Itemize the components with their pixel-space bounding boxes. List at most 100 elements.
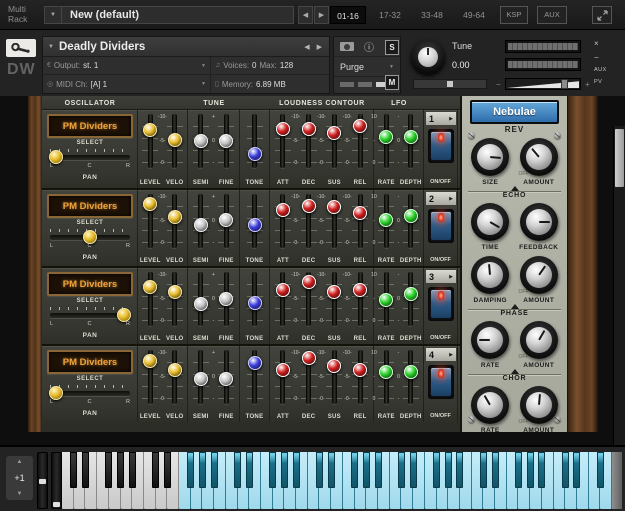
dec-slider[interactable]: -10--5--0- DEC bbox=[296, 110, 322, 188]
rate-slider[interactable]: 10-0 RATE bbox=[374, 190, 399, 266]
onoff-switch[interactable] bbox=[428, 129, 454, 163]
black-key-mapped[interactable] bbox=[433, 452, 440, 488]
velo-slider[interactable]: -10--5--0- VELO bbox=[163, 110, 188, 188]
black-key-mapped[interactable] bbox=[445, 452, 452, 488]
rel-slider-knob[interactable] bbox=[353, 283, 367, 297]
snapshot-camera-icon[interactable] bbox=[340, 42, 354, 51]
purge-menu[interactable]: Purge ▼ bbox=[334, 57, 400, 77]
volume-handle[interactable] bbox=[561, 79, 568, 89]
black-key-mapped[interactable] bbox=[351, 452, 358, 488]
dec-slider[interactable]: -10--5--0- DEC bbox=[296, 268, 322, 344]
pan-strip[interactable] bbox=[413, 79, 487, 89]
tone-slider-knob[interactable] bbox=[248, 147, 262, 161]
black-key[interactable] bbox=[117, 452, 124, 488]
velo-slider[interactable]: -10--5--0- VELO bbox=[163, 190, 188, 266]
black-key-mapped[interactable] bbox=[211, 452, 218, 488]
tone-slider-knob[interactable] bbox=[248, 356, 262, 370]
velo-slider-knob[interactable] bbox=[168, 210, 182, 224]
prev-instrument-button[interactable]: ◀ bbox=[304, 43, 309, 51]
black-key-mapped[interactable] bbox=[527, 452, 534, 488]
sus-slider[interactable]: -10--5--0- SUS bbox=[322, 110, 348, 188]
black-key-mapped[interactable] bbox=[538, 452, 545, 488]
semi-slider[interactable]: SEMI bbox=[188, 346, 214, 422]
multi-preset-selector[interactable]: ▼ New (default) bbox=[44, 6, 294, 24]
black-key-mapped[interactable] bbox=[293, 452, 300, 488]
level-slider-knob[interactable] bbox=[143, 280, 157, 294]
onoff-switch[interactable] bbox=[428, 287, 454, 321]
black-key[interactable] bbox=[82, 452, 89, 488]
pan-slider[interactable] bbox=[50, 391, 130, 396]
sus-slider[interactable]: -10--5--0- SUS bbox=[322, 190, 348, 266]
fx-knob-rev-size[interactable] bbox=[466, 135, 515, 179]
fine-slider[interactable]: +0- FINE bbox=[214, 346, 240, 422]
minimize-icon[interactable]: − bbox=[594, 53, 599, 62]
black-key[interactable] bbox=[129, 452, 136, 488]
dec-slider[interactable]: -10--5--0- DEC bbox=[296, 190, 322, 266]
mute-button[interactable]: M bbox=[385, 75, 399, 90]
black-key-mapped[interactable] bbox=[410, 452, 417, 488]
oscillator-display[interactable]: PM Dividers bbox=[47, 194, 133, 218]
black-key-mapped[interactable] bbox=[492, 452, 499, 488]
tone-slider[interactable]: TONE bbox=[240, 110, 269, 188]
tone-slider[interactable]: TONE bbox=[240, 190, 269, 266]
black-key-mapped[interactable] bbox=[269, 452, 276, 488]
depth-slider-knob[interactable] bbox=[404, 130, 418, 144]
att-slider[interactable]: ATT bbox=[270, 190, 296, 266]
pan-knob[interactable] bbox=[49, 386, 63, 400]
depth-slider-knob[interactable] bbox=[404, 365, 418, 379]
black-key-mapped[interactable] bbox=[187, 452, 194, 488]
fx-knob-echo-amount[interactable]: OFF bbox=[515, 253, 564, 297]
pv-button[interactable]: PV bbox=[594, 79, 602, 85]
depth-slider[interactable]: -0- DEPTH bbox=[399, 110, 424, 188]
channel-number-tab[interactable]: 3▶ bbox=[426, 270, 456, 283]
midi-channel-selector[interactable]: ◎ MIDI Ch: [A] 1 ▼ bbox=[43, 75, 211, 93]
rel-slider[interactable]: -10--5--0- REL bbox=[347, 268, 373, 344]
black-key[interactable] bbox=[105, 452, 112, 488]
minimize-view-button[interactable] bbox=[592, 6, 612, 24]
fx-preset-display[interactable]: Nebulae bbox=[470, 100, 559, 124]
tone-slider[interactable]: TONE bbox=[240, 268, 269, 344]
black-key-mapped[interactable] bbox=[328, 452, 335, 488]
chevron-down-icon[interactable]: ▼ bbox=[43, 44, 59, 50]
black-key-mapped[interactable] bbox=[199, 452, 206, 488]
att-slider-knob[interactable] bbox=[276, 283, 290, 297]
tune-knob[interactable] bbox=[411, 40, 445, 74]
black-key-mapped[interactable] bbox=[480, 452, 487, 488]
tone-slider-knob[interactable] bbox=[248, 218, 262, 232]
depth-slider-knob[interactable] bbox=[404, 209, 418, 223]
black-key-mapped[interactable] bbox=[281, 452, 288, 488]
pan-knob[interactable] bbox=[117, 308, 131, 322]
fine-slider[interactable]: +0- FINE bbox=[214, 110, 240, 188]
close-icon[interactable]: × bbox=[594, 39, 599, 48]
oscillator-display[interactable]: PM Dividers bbox=[47, 114, 133, 138]
semi-slider[interactable]: SEMI bbox=[188, 110, 214, 188]
octave-up-icon[interactable]: ▲ bbox=[17, 459, 23, 465]
onoff-switch[interactable] bbox=[428, 365, 454, 399]
black-key-mapped[interactable] bbox=[363, 452, 370, 488]
fine-slider-knob[interactable] bbox=[219, 372, 233, 386]
depth-slider[interactable]: -0- DEPTH bbox=[399, 268, 424, 344]
black-key-mapped[interactable] bbox=[573, 452, 580, 488]
fx-knob-echo-damping[interactable] bbox=[466, 253, 515, 297]
velo-slider-knob[interactable] bbox=[168, 363, 182, 377]
fx-knob-phase-rate[interactable] bbox=[466, 318, 515, 362]
level-slider[interactable]: LEVEL bbox=[138, 268, 163, 344]
solo-button[interactable]: S bbox=[385, 40, 399, 55]
depth-slider[interactable]: -0- DEPTH bbox=[399, 190, 424, 266]
ksp-button[interactable]: KSP bbox=[500, 6, 528, 24]
dec-slider-knob[interactable] bbox=[302, 199, 316, 213]
rack-tab-33-48[interactable]: 33-48 bbox=[414, 6, 450, 24]
rate-slider[interactable]: 10-0 RATE bbox=[374, 110, 399, 188]
next-instrument-button[interactable]: ▶ bbox=[317, 43, 322, 51]
black-key[interactable] bbox=[152, 452, 159, 488]
fx-knob-chor-rate[interactable] bbox=[466, 383, 515, 427]
channel-number-tab[interactable]: 2▶ bbox=[426, 192, 456, 205]
volume-slider[interactable] bbox=[505, 78, 581, 90]
aux-view-button[interactable]: AUX bbox=[537, 6, 567, 24]
att-slider-knob[interactable] bbox=[276, 122, 290, 136]
octave-down-icon[interactable]: ▼ bbox=[17, 491, 23, 497]
velo-slider[interactable]: -10--5--0- VELO bbox=[163, 268, 188, 344]
rack-tab-01-16[interactable]: 01-16 bbox=[330, 6, 366, 24]
rate-slider[interactable]: 10-0 RATE bbox=[374, 268, 399, 344]
fx-knob-echo-time[interactable] bbox=[466, 200, 515, 244]
